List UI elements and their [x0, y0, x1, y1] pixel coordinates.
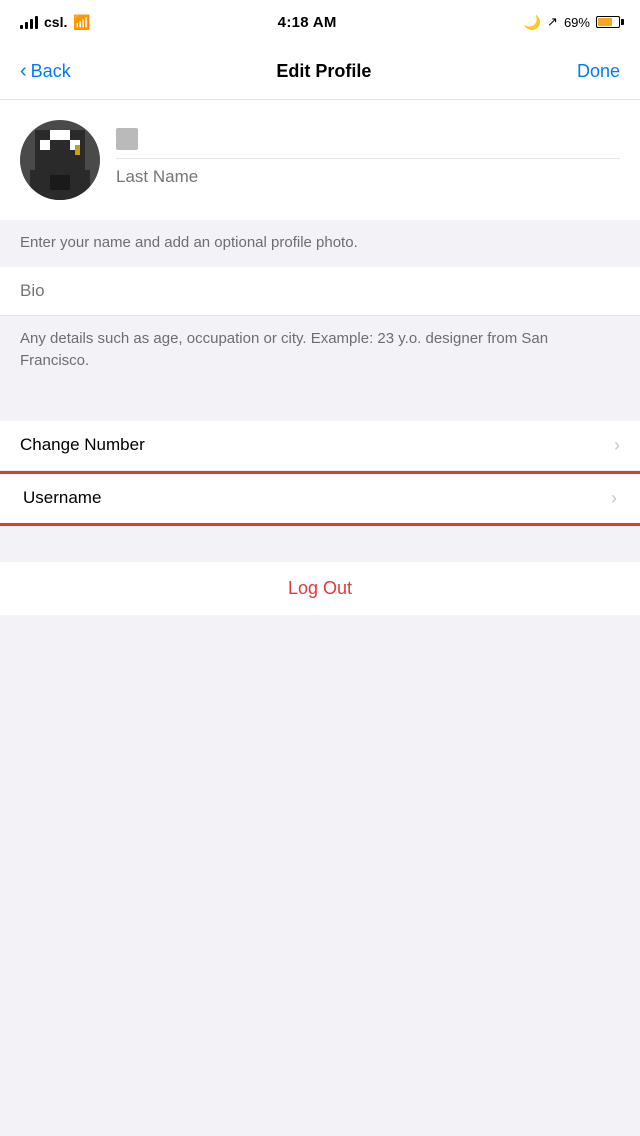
profile-info-text: Enter your name and add an optional prof…: [20, 234, 358, 251]
moon-icon: 🌙: [524, 14, 541, 31]
signal-bar-3: [30, 19, 33, 29]
status-bar: csl. 📶 4:18 AM 🌙 ↗ 69%: [0, 0, 640, 44]
bio-input-container: [0, 267, 640, 316]
bio-section: [0, 267, 640, 316]
first-name-input[interactable]: [144, 129, 620, 149]
first-name-pixel-icon: [116, 128, 138, 150]
bio-input[interactable]: [20, 281, 620, 301]
back-button[interactable]: ‹ Back: [20, 60, 71, 83]
logout-section: Log Out: [0, 562, 640, 615]
username-right: ›: [603, 488, 617, 509]
carrier-label: csl.: [44, 14, 67, 30]
page-title: Edit Profile: [276, 61, 371, 82]
profile-info-section: Enter your name and add an optional prof…: [0, 220, 640, 267]
first-name-area: [116, 128, 620, 159]
signal-bar-2: [25, 22, 28, 29]
signal-bar-4: [35, 16, 38, 29]
change-number-chevron-icon: ›: [614, 435, 620, 456]
settings-group: Change Number › Username ›: [0, 421, 640, 526]
username-row[interactable]: Username ›: [0, 471, 640, 526]
back-chevron-icon: ‹: [20, 60, 27, 83]
status-left: csl. 📶: [20, 14, 91, 31]
battery-fill: [598, 18, 612, 26]
done-button[interactable]: Done: [577, 61, 620, 82]
last-name-row: [116, 167, 620, 187]
location-icon: ↗: [547, 14, 558, 30]
status-time: 4:18 AM: [278, 14, 337, 31]
nav-bar: ‹ Back Edit Profile Done: [0, 44, 640, 100]
profile-fields: [116, 120, 620, 187]
bio-hint-section: Any details such as age, occupation or c…: [0, 316, 640, 385]
battery-icon: [596, 16, 620, 28]
last-name-input[interactable]: [116, 167, 620, 187]
status-right: 🌙 ↗ 69%: [524, 14, 620, 31]
change-number-label: Change Number: [20, 435, 145, 455]
battery-percent: 69%: [564, 15, 590, 30]
avatar[interactable]: [20, 120, 100, 200]
change-number-row[interactable]: Change Number ›: [0, 421, 640, 471]
bottom-spacer: [0, 615, 640, 675]
signal-bar-1: [20, 25, 23, 29]
back-label: Back: [31, 61, 71, 82]
profile-section: [0, 100, 640, 220]
wifi-icon: 📶: [73, 14, 90, 31]
signal-bars: [20, 15, 38, 29]
logout-button[interactable]: Log Out: [20, 578, 620, 599]
change-number-right: ›: [606, 435, 620, 456]
username-label: Username: [23, 488, 101, 508]
bio-hint-text: Any details such as age, occupation or c…: [20, 330, 548, 370]
avatar-image: [20, 120, 100, 200]
username-chevron-icon: ›: [611, 488, 617, 509]
